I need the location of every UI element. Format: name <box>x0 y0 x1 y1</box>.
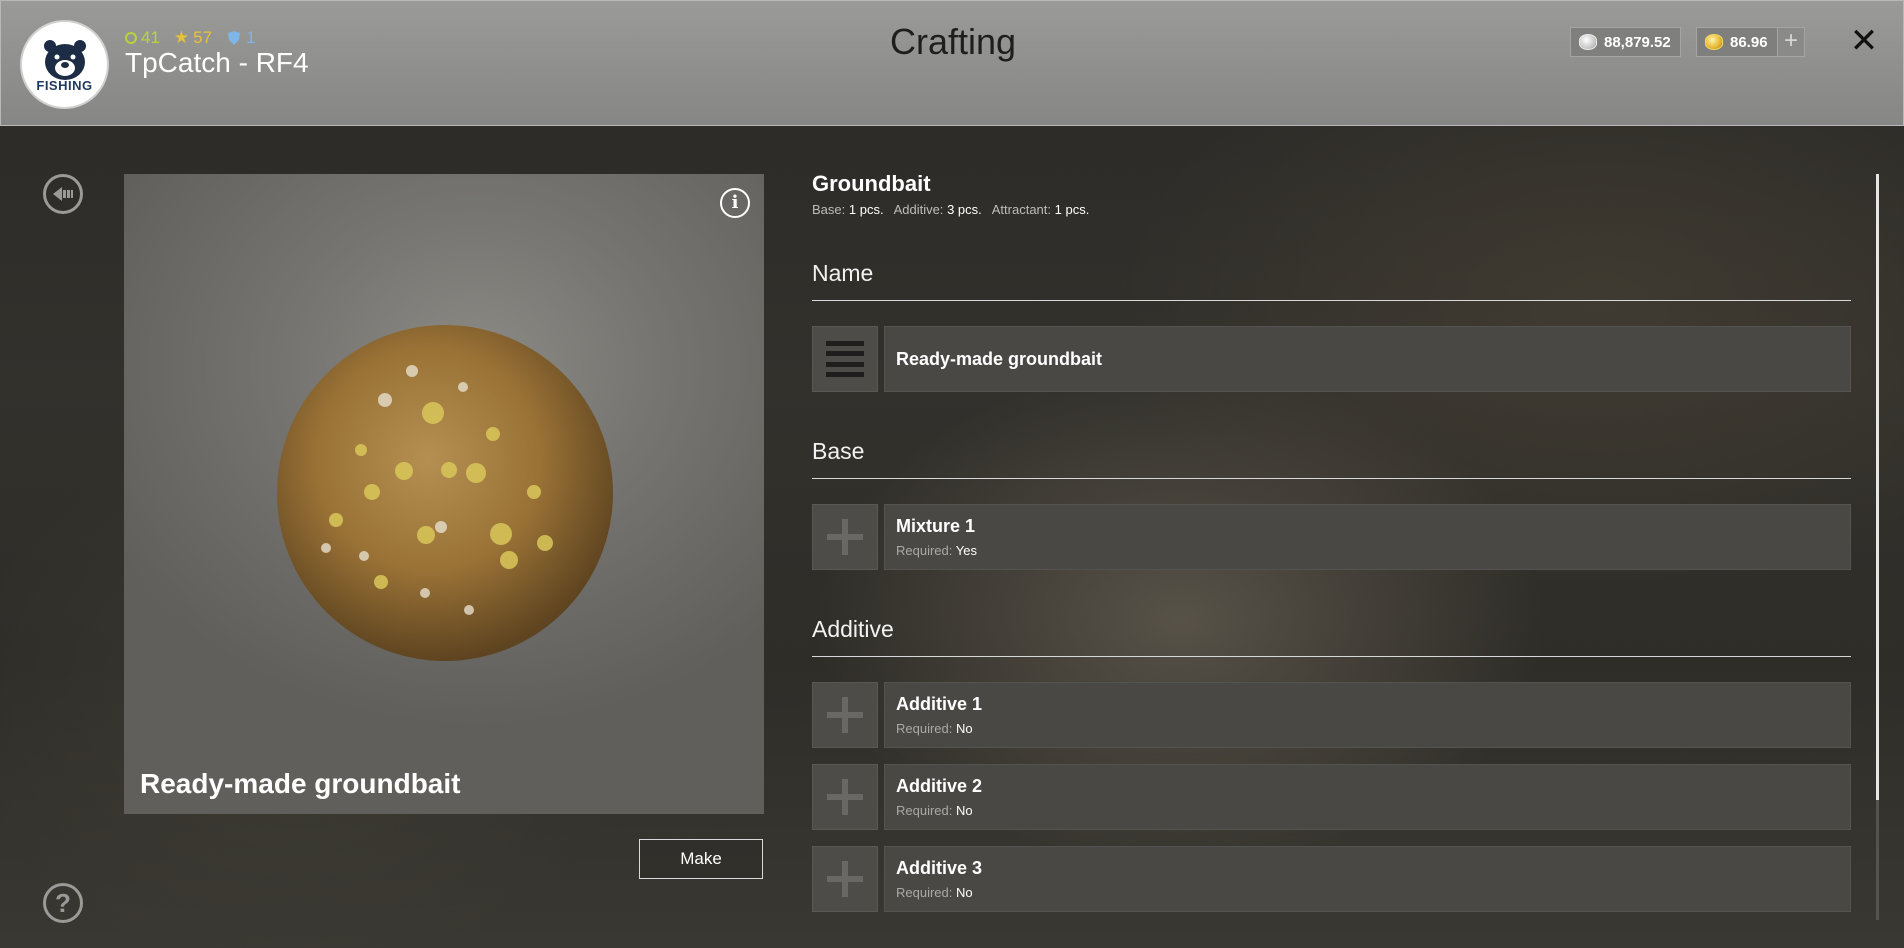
base-section-divider <box>812 478 1851 479</box>
base-count-value: 1 pcs. <box>848 202 884 217</box>
game-logo: FISHING <box>20 20 109 109</box>
slot-required: Required: No <box>896 803 973 818</box>
plus-icon <box>827 697 863 733</box>
rank-value: 57 <box>193 28 213 47</box>
required-value: No <box>956 721 973 736</box>
base-count: Base: 1 pcs. <box>812 202 884 217</box>
top-bar: FISHING 41 ★ 57 1 TpCatch - RF4 Crafting… <box>0 0 1904 126</box>
help-button[interactable]: ? <box>43 883 83 923</box>
xp-value: 41 <box>141 28 160 47</box>
gold-amount: 86.96 <box>1730 33 1768 51</box>
silver-coin-icon <box>1579 34 1597 50</box>
shield-stat: 1 <box>226 28 256 48</box>
bear-logo-icon <box>43 40 86 80</box>
player-stats: 41 ★ 57 1 <box>125 27 256 49</box>
make-button[interactable]: Make <box>639 839 763 879</box>
additive-slot-1-add[interactable] <box>812 682 878 748</box>
silver-amount: 88,879.52 <box>1604 33 1671 51</box>
additive-slot-2-add[interactable] <box>812 764 878 830</box>
item-preview-panel: i Ready-made groundbait <box>124 174 764 814</box>
base-slot-mixture-1[interactable]: Mixture 1 Required: Yes <box>884 504 1851 570</box>
slot-required: Required: Yes <box>896 543 977 558</box>
xp-ring-icon <box>125 32 137 44</box>
shield-icon <box>228 31 241 45</box>
base-slot-add[interactable] <box>812 504 878 570</box>
attractant-count-value: 1 pcs. <box>1054 202 1090 217</box>
xp-stat: 41 <box>125 28 160 48</box>
additive-section-divider <box>812 656 1851 657</box>
additive-count-value: 3 pcs. <box>947 202 982 217</box>
slot-title: Mixture 1 <box>896 516 976 536</box>
name-field-icon-box <box>812 326 878 392</box>
name-section-divider <box>812 300 1851 301</box>
additive-count-label: Additive: <box>893 202 944 217</box>
back-arrow-icon <box>53 187 73 201</box>
rank-stat: ★ 57 <box>174 28 212 48</box>
preview-item-name: Ready-made groundbait <box>140 768 461 799</box>
additive-slot-3-add[interactable] <box>812 846 878 912</box>
shield-value: 1 <box>246 28 256 47</box>
required-label: Required: <box>896 803 953 818</box>
additive-count: Additive: 3 pcs. <box>894 202 982 217</box>
recipe-counts: Base: 1 pcs. Additive: 3 pcs. Attractant… <box>812 202 1089 217</box>
scrollbar-track[interactable] <box>1876 800 1879 920</box>
text-lines-icon <box>826 341 864 377</box>
additive-slot-2[interactable]: Additive 2 Required: No <box>884 764 1851 830</box>
additive-section-label: Additive <box>812 616 894 642</box>
base-count-label: Base: <box>812 202 846 217</box>
question-icon: ? <box>55 887 71 918</box>
required-value: No <box>956 885 973 900</box>
info-icon[interactable]: i <box>720 188 750 218</box>
slot-title: Additive 1 <box>896 694 983 714</box>
required-value: Yes <box>955 543 977 558</box>
required-label: Required: <box>896 721 953 736</box>
logo-wordmark: FISHING <box>36 78 93 93</box>
star-icon: ★ <box>173 28 190 47</box>
silver-balance: 88,879.52 <box>1570 27 1681 57</box>
recipe-title: Groundbait <box>812 171 931 196</box>
slot-title: Additive 2 <box>896 776 983 796</box>
plus-icon <box>827 861 863 897</box>
gold-coin-icon <box>1705 34 1723 50</box>
required-label: Required: <box>896 543 953 558</box>
required-value: No <box>956 803 973 818</box>
close-button[interactable]: ✕ <box>1848 23 1880 59</box>
plus-icon <box>827 519 863 555</box>
groundbait-ball-image <box>277 325 613 661</box>
required-label: Required: <box>896 885 953 900</box>
name-field[interactable]: Ready-made groundbait <box>884 326 1851 392</box>
slot-title: Additive 3 <box>896 858 983 878</box>
additive-slot-1[interactable]: Additive 1 Required: No <box>884 682 1851 748</box>
player-name: TpCatch - RF4 <box>125 47 309 78</box>
base-section-label: Base <box>812 438 865 464</box>
name-section-label: Name <box>812 260 874 286</box>
attractant-count: Attractant: 1 pcs. <box>992 202 1090 217</box>
attractant-count-label: Attractant: <box>991 202 1051 217</box>
plus-icon <box>827 779 863 815</box>
additive-slot-3[interactable]: Additive 3 Required: No <box>884 846 1851 912</box>
scrollbar-thumb[interactable] <box>1876 174 1879 800</box>
name-field-value: Ready-made groundbait <box>896 349 1103 369</box>
slot-required: Required: No <box>896 721 973 736</box>
back-button[interactable] <box>43 174 83 214</box>
add-currency-button[interactable]: + <box>1777 27 1805 57</box>
slot-required: Required: No <box>896 885 973 900</box>
